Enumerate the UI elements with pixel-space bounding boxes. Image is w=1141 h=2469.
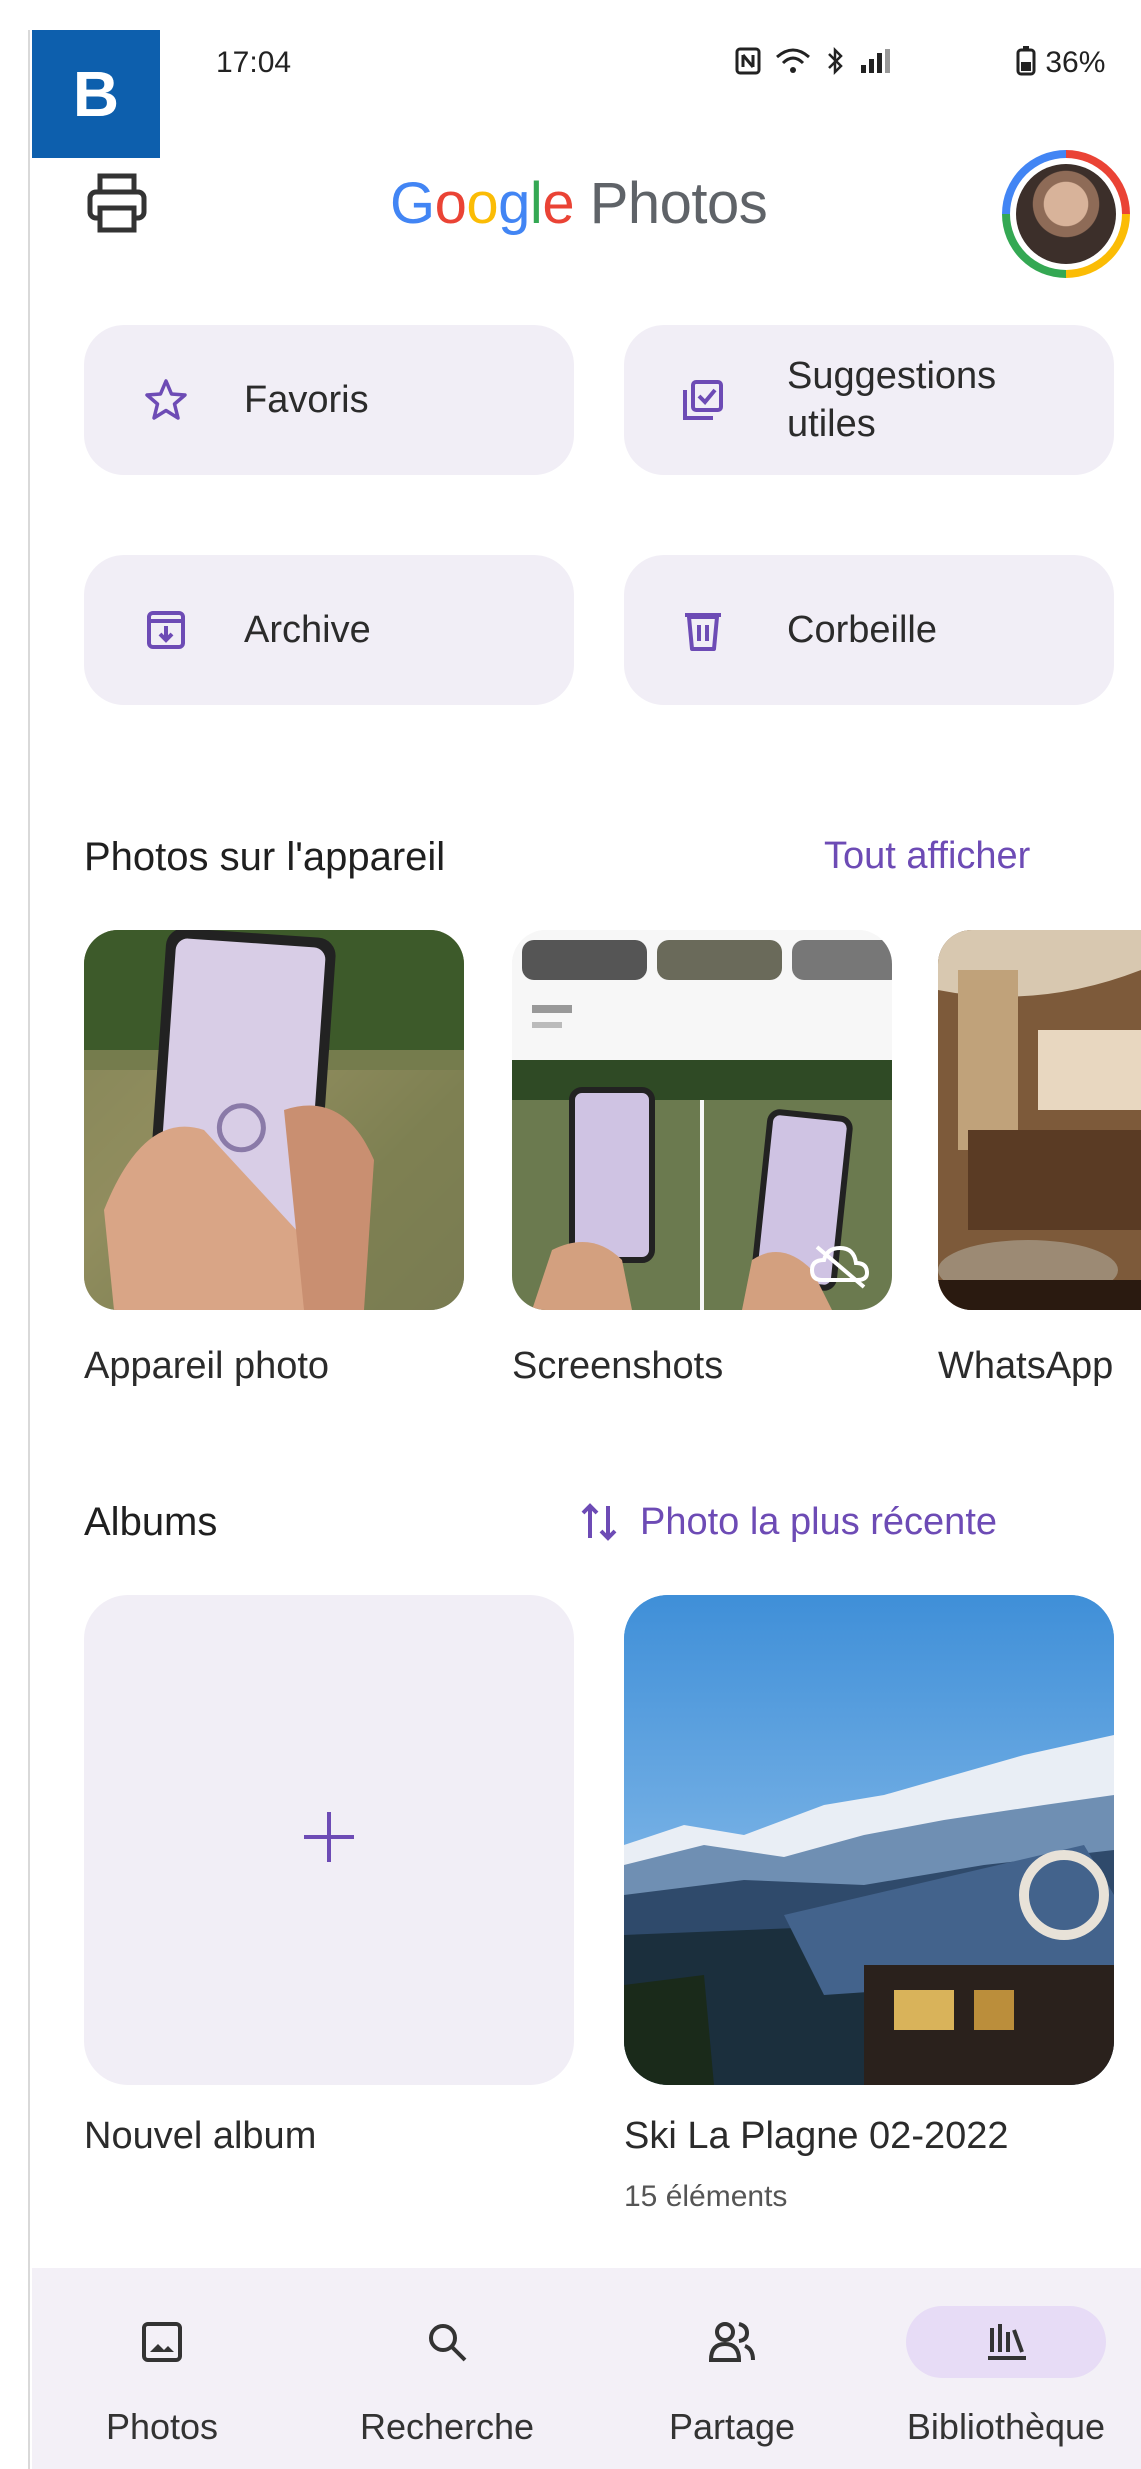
status-time: 17:04 xyxy=(216,46,292,79)
app-title: Google Photos xyxy=(390,170,768,237)
tile-label: Archive xyxy=(244,609,371,651)
tile-label: Favoris xyxy=(244,379,369,421)
photo-icon xyxy=(140,2306,184,2378)
bluetooth-icon xyxy=(828,46,843,76)
ski-cover-image xyxy=(624,1595,1114,2085)
print-icon[interactable] xyxy=(82,168,152,238)
avatar[interactable] xyxy=(1002,150,1130,278)
tile-favoris[interactable]: Favoris xyxy=(84,325,574,475)
battery-icon xyxy=(1016,46,1036,76)
sort-label: Photo la plus récente xyxy=(640,1500,998,1543)
title-letter: g xyxy=(498,171,530,236)
nav-label: Recherche xyxy=(359,2406,535,2447)
tile-label-line1: Suggestions xyxy=(787,355,997,397)
frame-border xyxy=(0,30,30,2469)
album-label: Nouvel album xyxy=(84,2115,317,2157)
app-bar: Google Photos xyxy=(0,150,1141,278)
section-title-device-photos: Photos sur l'appareil xyxy=(84,835,446,879)
tile-label-line2: utiles xyxy=(787,403,876,445)
sort-button[interactable]: Photo la plus récente xyxy=(580,1500,997,1544)
plus-icon xyxy=(299,1794,359,1886)
avatar-photo xyxy=(1016,164,1116,264)
album-label: Ski La Plagne 02-2022 xyxy=(624,2115,1009,2157)
tile-archive[interactable]: Archive xyxy=(84,555,574,705)
nav-active-indicator xyxy=(906,2306,1106,2378)
trash-icon xyxy=(679,606,727,654)
battery-percent: 36% xyxy=(1045,46,1106,79)
tile-label: Corbeille xyxy=(787,609,937,651)
album-cover-ski[interactable] xyxy=(624,1595,1114,2085)
folder-label: Screenshots xyxy=(512,1345,724,1387)
sort-icon xyxy=(581,1503,617,1541)
show-all-link[interactable]: Tout afficher xyxy=(824,835,1030,878)
title-photos-word: Photos xyxy=(589,171,768,236)
bottom-navigation: Photos Recherche Partage Bibliothèque xyxy=(32,2268,1141,2469)
title-letter: o xyxy=(434,171,467,236)
whatsapp-image xyxy=(938,930,1141,1310)
figure-badge: B xyxy=(32,30,160,158)
nav-library[interactable]: Bibliothèque xyxy=(886,2268,1126,2469)
folder-thumbnail-screenshots[interactable] xyxy=(512,930,892,1310)
wifi-calling-icon xyxy=(776,48,810,73)
status-icons xyxy=(735,46,899,76)
section-title-albums: Albums xyxy=(84,1500,218,1544)
title-letter: G xyxy=(390,171,435,236)
nav-label: Bibliothèque xyxy=(906,2406,1106,2447)
nav-sharing[interactable]: Partage xyxy=(652,2268,812,2469)
nav-label: Photos xyxy=(105,2406,219,2447)
tile-label: Suggestions utiles xyxy=(787,352,996,448)
star-icon xyxy=(142,376,190,424)
title-letter: e xyxy=(542,171,575,236)
suggestions-icon xyxy=(679,376,727,424)
library-icon xyxy=(906,2306,1106,2378)
nav-label: Partage xyxy=(668,2406,796,2447)
folder-thumbnail-camera[interactable] xyxy=(84,930,464,1310)
title-letter: l xyxy=(529,171,543,236)
camera-photo-image xyxy=(84,930,464,1310)
folder-label: Appareil photo xyxy=(84,1345,330,1387)
nfc-icon xyxy=(735,47,761,75)
signal-icon xyxy=(861,49,890,73)
archive-icon xyxy=(142,606,190,654)
folder-label: WhatsApp xyxy=(938,1345,1114,1387)
nav-search[interactable]: Recherche xyxy=(347,2268,547,2469)
status-battery: 36% xyxy=(1015,46,1105,80)
title-letter: o xyxy=(466,171,499,236)
new-album-card[interactable] xyxy=(84,1595,574,2085)
search-icon xyxy=(425,2306,469,2378)
screenshots-image xyxy=(512,930,892,1310)
album-item-count: 15 éléments xyxy=(624,2180,788,2213)
nav-photos[interactable]: Photos xyxy=(102,2268,222,2469)
tile-suggestions[interactable]: Suggestions utiles xyxy=(624,325,1114,475)
tile-corbeille[interactable]: Corbeille xyxy=(624,555,1114,705)
people-icon xyxy=(707,2306,757,2378)
status-bar: 17:04 36% xyxy=(0,46,1141,96)
folder-thumbnail-whatsapp[interactable] xyxy=(938,930,1141,1310)
